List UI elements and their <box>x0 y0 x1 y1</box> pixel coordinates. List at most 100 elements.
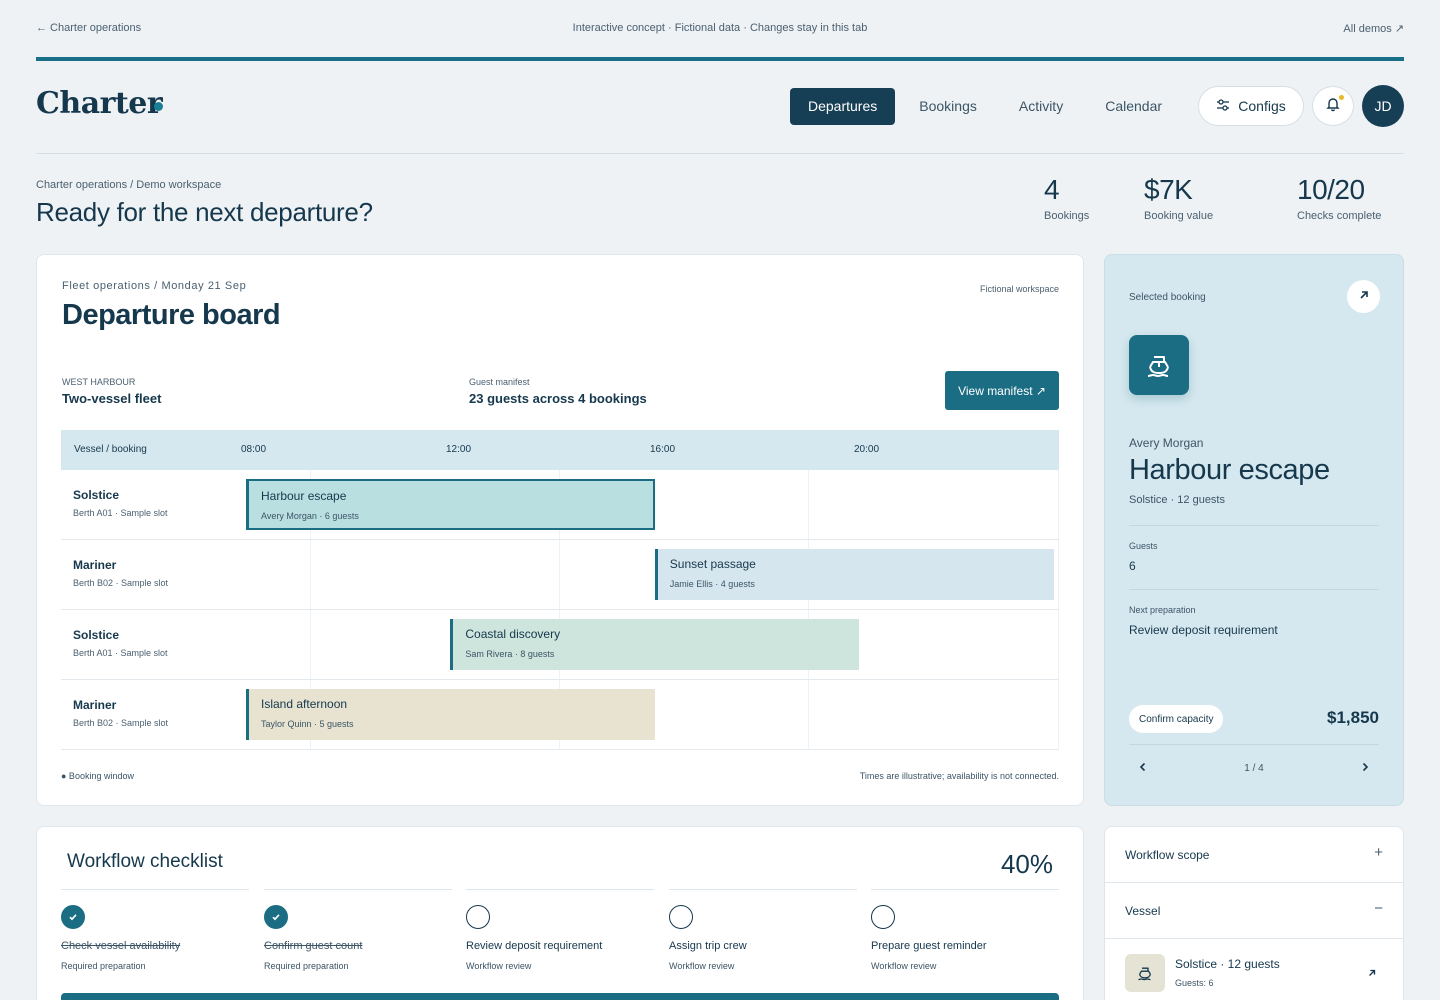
manifest-label: Guest manifest <box>469 377 530 387</box>
booking-slot[interactable]: Island afternoon Taylor Quinn · 5 guests <box>246 689 655 740</box>
panel-divider <box>1129 525 1379 526</box>
step-label: Prepare guest reminder <box>871 940 987 952</box>
vessel-name: Solstice <box>73 628 120 642</box>
workflow-scope-panel: Workflow scope + Vessel − Solstice · 12 … <box>1104 826 1404 1000</box>
workflow-scope-accordion[interactable]: Workflow scope + <box>1105 827 1403 883</box>
vessel-berth: Berth B02 · Sample slot <box>73 578 169 588</box>
check-icon <box>272 914 280 921</box>
harbour-meta: WEST HARBOUR Two-vessel fleet <box>62 377 161 406</box>
checklist-title: Workflow checklist <box>67 851 223 872</box>
stat-label: Booking value <box>1144 210 1214 222</box>
stat-bookings: 4 Bookings <box>1044 174 1089 222</box>
step-label: Confirm guest count <box>264 940 363 952</box>
checklist-progress-bar <box>61 993 1059 1000</box>
step-checkbox[interactable] <box>264 905 288 929</box>
accordion-title: Workflow scope <box>1125 848 1210 862</box>
fictional-badge: Fictional workspace <box>979 284 1059 294</box>
chevron-right-icon <box>1360 759 1370 777</box>
time-tick: 16:00 <box>650 444 676 455</box>
ship-icon <box>1129 335 1189 395</box>
slot-detail: Jamie Ellis · 4 guests <box>669 579 755 589</box>
tab-activity[interactable]: Activity <box>1001 88 1081 125</box>
panel-divider <box>1129 744 1379 745</box>
booking-slot[interactable]: Coastal discovery Sam Rivera · 8 guests <box>450 619 860 670</box>
step-label: Check vessel availability <box>61 940 181 952</box>
checklist-step: Confirm guest count Required preparation <box>264 889 452 971</box>
harbour-value: Two-vessel fleet <box>62 391 162 406</box>
panel-divider <box>1129 589 1379 590</box>
guests-label: Guests <box>1129 541 1158 551</box>
demo-notice: Interactive concept · Fictional data · C… <box>572 22 868 34</box>
guests-value: 6 <box>1129 559 1136 573</box>
slot-detail: Avery Morgan · 6 guests <box>261 511 359 521</box>
stat-checks-complete: 10/20 Checks complete <box>1297 174 1381 222</box>
selected-label: Selected booking <box>1129 292 1206 303</box>
slot-detail: Sam Rivera · 8 guests <box>465 649 555 659</box>
slot-detail: Taylor Quinn · 5 guests <box>261 719 354 729</box>
board-eyebrow: Fleet operations / Monday 21 Sep <box>62 280 247 292</box>
slot-title: Coastal discovery <box>465 627 561 641</box>
sliders-icon <box>1216 98 1230 115</box>
step-sub: Workflow review <box>669 961 735 971</box>
stat-label: Checks complete <box>1297 210 1382 222</box>
brand-dot <box>154 102 163 111</box>
next-button[interactable] <box>1355 758 1375 778</box>
vessel-name: Mariner <box>73 698 117 712</box>
accordion-title: Vessel <box>1125 904 1161 918</box>
chevron-left-icon <box>1138 759 1148 777</box>
slot-title: Harbour escape <box>261 489 347 503</box>
configs-label: Configs <box>1238 98 1286 114</box>
view-manifest-button[interactable]: View manifest ↗ <box>945 371 1059 410</box>
step-sub: Required preparation <box>264 961 349 971</box>
step-checkbox[interactable] <box>871 905 895 929</box>
vessel-berth: Berth A01 · Sample slot <box>73 508 168 518</box>
timeline-grid: Vessel / booking 08:00 12:00 16:00 20:00… <box>61 430 1059 750</box>
stat-booking-value: $7K Booking value <box>1144 174 1213 222</box>
open-booking-button[interactable] <box>1347 280 1380 313</box>
arrow-up-right-icon <box>1358 288 1370 306</box>
configs-button[interactable]: Configs <box>1198 86 1304 126</box>
avatar[interactable]: JD <box>1362 85 1404 127</box>
ship-icon <box>1125 954 1165 992</box>
page-title: Ready for the next departure? <box>36 197 373 227</box>
tab-calendar[interactable]: Calendar <box>1087 88 1180 125</box>
time-tick: 20:00 <box>854 444 880 455</box>
stat-value: 10/20 <box>1297 174 1365 205</box>
checklist-percent: 40% <box>1000 849 1053 879</box>
confirm-capacity-button[interactable]: Confirm capacity <box>1129 705 1224 733</box>
notifications-button[interactable] <box>1312 86 1354 126</box>
vessel-item-title: Solstice · 12 guests <box>1175 957 1280 971</box>
step-label: Review deposit requirement <box>466 940 603 952</box>
booking-slot[interactable]: Sunset passage Jamie Ellis · 4 guests <box>654 549 1054 600</box>
minus-icon: − <box>1374 900 1383 917</box>
booking-price: $1,850 <box>1327 708 1379 727</box>
step-checkbox[interactable] <box>61 905 85 929</box>
step-checkbox[interactable] <box>669 905 693 929</box>
board-note: Times are illustrative; availability is … <box>859 771 1059 781</box>
checklist-step: Review deposit requirement Workflow revi… <box>466 889 654 971</box>
stat-value: $7K <box>1144 174 1193 205</box>
harbour-label: WEST HARBOUR <box>62 377 136 387</box>
selected-booking-panel: Selected booking Avery Morgan Harbour es… <box>1104 254 1404 806</box>
stat-label: Bookings <box>1044 210 1090 222</box>
vessel-name: Mariner <box>73 558 117 572</box>
notification-dot <box>1339 95 1344 100</box>
step-checkbox[interactable] <box>466 905 490 929</box>
previous-button[interactable] <box>1133 758 1153 778</box>
manifest-meta: Guest manifest 23 guests across 4 bookin… <box>469 377 647 406</box>
prep-label: Next preparation <box>1129 605 1196 615</box>
workflow-checklist: Workflow checklist 40% Check vessel avai… <box>36 826 1084 1000</box>
slot-title: Island afternoon <box>261 697 348 711</box>
tab-bookings[interactable]: Bookings <box>901 88 995 125</box>
tab-departures[interactable]: Departures <box>790 88 896 125</box>
vessel-list-item[interactable]: Solstice · 12 guests Guests: 6 <box>1105 939 1403 1000</box>
trip-vessel: Solstice · 12 guests <box>1129 494 1225 506</box>
brand-logo[interactable]: Charter <box>36 86 163 121</box>
step-sub: Workflow review <box>871 961 937 971</box>
all-demos-link[interactable]: All demos ↗ <box>1343 22 1404 35</box>
booking-slot[interactable]: Harbour escape Avery Morgan · 6 guests <box>246 479 655 530</box>
column-header: Vessel / booking <box>74 444 147 455</box>
vessel-accordion[interactable]: Vessel − <box>1105 883 1403 939</box>
vessel-berth: Berth B02 · Sample slot <box>73 718 169 728</box>
slot-title: Sunset passage <box>669 557 756 571</box>
